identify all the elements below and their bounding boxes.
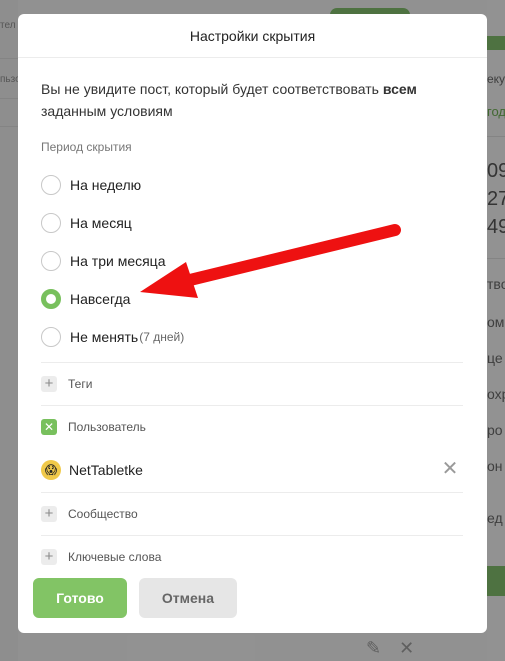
filter-community[interactable]: + Сообщество xyxy=(41,493,463,535)
filter-keywords[interactable]: + Ключевые слова xyxy=(41,536,463,578)
radio-label: Навсегда xyxy=(70,291,131,307)
radio-button[interactable] xyxy=(41,251,61,271)
user-name: NetTabletke xyxy=(69,462,143,478)
period-option-week[interactable]: На неделю xyxy=(41,166,463,204)
filter-tags[interactable]: + Теги xyxy=(41,363,463,405)
avatar: 😱 xyxy=(41,460,61,480)
done-button[interactable]: Готово xyxy=(33,578,127,618)
radio-button-checked[interactable] xyxy=(41,289,61,309)
period-option-three-months[interactable]: На три месяца xyxy=(41,242,463,280)
check-icon[interactable]: ✕ xyxy=(41,419,57,435)
filter-label: Пользователь xyxy=(68,420,146,434)
radio-label: На неделю xyxy=(70,177,142,193)
description-emphasis: всем xyxy=(382,81,417,97)
period-option-forever[interactable]: Навсегда xyxy=(41,280,463,318)
radio-label: На месяц xyxy=(70,215,132,231)
filter-label: Ключевые слова xyxy=(68,550,162,564)
plus-icon[interactable]: + xyxy=(41,376,57,392)
modal-description: Вы не увидите пост, который будет соотве… xyxy=(41,78,463,122)
filter-label: Теги xyxy=(68,377,93,391)
filter-label: Сообщество xyxy=(68,507,138,521)
description-text: Вы не увидите пост, который будет соотве… xyxy=(41,81,383,97)
modal-body: Вы не увидите пост, который будет соотве… xyxy=(18,78,487,578)
radio-button[interactable] xyxy=(41,175,61,195)
radio-label: На три месяца xyxy=(70,253,166,269)
plus-icon[interactable]: + xyxy=(41,549,57,565)
period-option-no-change[interactable]: Не менять (7 дней) xyxy=(41,318,463,356)
filter-user[interactable]: ✕ Пользователь xyxy=(41,406,463,448)
plus-icon[interactable]: + xyxy=(41,506,57,522)
cancel-button[interactable]: Отмена xyxy=(139,578,237,618)
modal-header: Настройки скрытия xyxy=(18,14,487,58)
period-option-month[interactable]: На месяц xyxy=(41,204,463,242)
description-text: заданным условиям xyxy=(41,103,173,119)
hide-settings-modal: Настройки скрытия Вы не увидите пост, ко… xyxy=(18,14,487,633)
selected-user: 😱 NetTabletke ✕ xyxy=(41,448,463,492)
remove-user-icon[interactable]: ✕ xyxy=(441,459,459,479)
period-label: Период скрытия xyxy=(41,140,132,154)
period-radio-group: На неделю На месяц На три месяца Навсегд… xyxy=(41,166,463,356)
modal-footer: Готово Отмена xyxy=(33,578,237,618)
radio-label: Не менять xyxy=(70,329,139,345)
radio-button[interactable] xyxy=(41,213,61,233)
radio-button[interactable] xyxy=(41,327,61,347)
radio-sublabel: (7 дней) xyxy=(139,330,185,344)
modal-title: Настройки скрытия xyxy=(189,27,316,44)
